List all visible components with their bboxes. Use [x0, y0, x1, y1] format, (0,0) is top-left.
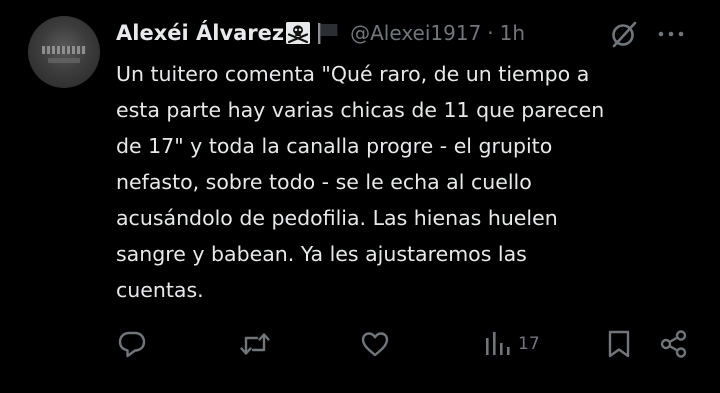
avatar-graphic: [42, 46, 86, 54]
like-icon: [361, 332, 389, 357]
separator-dot: ·: [487, 21, 494, 45]
tweet-text-line: Un tuitero comenta "Qué raro, de un tiem…: [116, 62, 590, 86]
skull-crossbones-icon: [286, 22, 311, 44]
action-bar: 17: [0, 322, 720, 366]
tweet-header: Alexéi Álvarez @Alexei1917 · 1h: [116, 18, 525, 48]
avatar[interactable]: [28, 16, 100, 88]
tweet-text-line: nefasto, sobre todo - se le echa al cuel…: [116, 170, 532, 194]
avatar-graphic-lower: [48, 58, 80, 63]
reply-icon: [118, 331, 146, 358]
tweet-text-line: sangre y babean. Ya les ajustaremos las: [116, 242, 527, 266]
views-button[interactable]: 17: [482, 322, 540, 366]
share-icon: [660, 330, 687, 358]
views-icon: [486, 332, 510, 355]
author-handle[interactable]: @Alexei1917: [350, 21, 481, 45]
tweet-text-line: acusándolo de pedofilia. Las hienas huel…: [116, 206, 558, 230]
more-options-icon[interactable]: [654, 22, 688, 46]
tweet-text: Un tuitero comenta "Qué raro, de un tiem…: [116, 56, 696, 308]
share-button[interactable]: [658, 322, 690, 366]
retweet-button[interactable]: [238, 322, 272, 366]
bookmark-icon: [608, 330, 630, 358]
tweet-text-line: esta parte hay varias chicas de 11 que p…: [116, 98, 605, 122]
reply-button[interactable]: [116, 322, 148, 366]
retweet-icon: [240, 333, 270, 355]
bookmark-button[interactable]: [604, 322, 634, 366]
timestamp[interactable]: 1h: [500, 21, 525, 45]
black-flag-icon: [316, 22, 340, 44]
grok-icon[interactable]: [608, 18, 640, 50]
tweet-text-line: de 17" y toda la canalla progre - el gru…: [116, 134, 553, 158]
tweet-text-line: cuentas.: [116, 278, 204, 302]
like-button[interactable]: [359, 322, 391, 366]
display-name[interactable]: Alexéi Álvarez: [116, 21, 284, 45]
views-count: 17: [518, 334, 540, 354]
tweet: Alexéi Álvarez @Alexei1917 · 1h Un tuite…: [0, 0, 720, 393]
